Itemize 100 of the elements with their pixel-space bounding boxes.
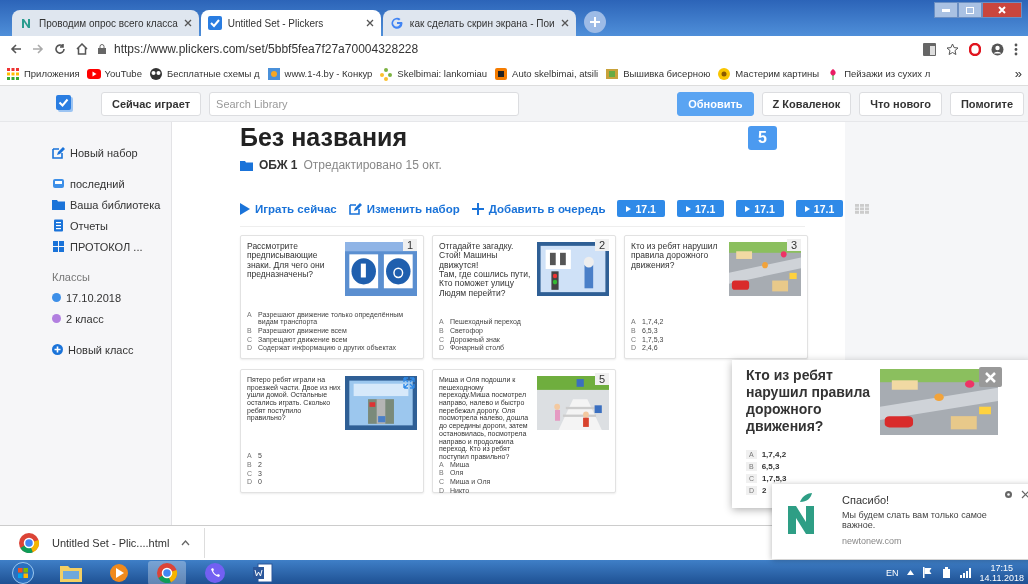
sidebar-item[interactable]: Отчеты [52,215,109,236]
plus-icon [471,202,484,215]
question-card[interactable] [432,369,616,493]
word-icon[interactable] [252,561,274,584]
account-icon[interactable] [991,42,1004,56]
bookmark-link[interactable]: Auto skelbimai, atsili [494,66,599,81]
flag-icon[interactable] [921,567,933,578]
frame-icon [605,66,620,81]
square-icon [494,66,509,81]
sidebar-item[interactable]: ПРОТОКОЛ ... [52,236,143,257]
checkbox-logo-icon [56,95,73,112]
new-set-link[interactable]: Новый набор [52,142,138,163]
play-icon [86,66,101,81]
bookmark-link[interactable]: Приложения [6,66,80,81]
taskbar-button[interactable] [148,560,186,584]
expand-icon[interactable] [403,377,415,389]
dots-icon [379,66,394,81]
queue-button[interactable]: 17.1 [676,200,725,217]
close-icon[interactable] [183,19,192,27]
chrome-icon[interactable] [18,532,40,554]
bookmark-link[interactable]: Мастерим картины [717,66,820,81]
edit-icon [52,146,65,159]
folder-icon [240,158,253,172]
action-link[interactable]: Добавить в очередь [471,202,606,215]
signal-icon[interactable] [959,567,972,578]
browser-tab[interactable]: Untitled Set - Plickers [200,10,381,36]
bookmark-link[interactable]: YouTube [86,66,142,81]
minimize-icon [942,8,950,12]
add-circle-icon [52,344,63,355]
close-icon[interactable] [1021,490,1028,499]
new-tab-button[interactable] [583,11,606,33]
reload-icon[interactable] [54,43,66,55]
play-icon [745,205,751,212]
flower-icon [717,66,732,81]
search-field[interactable]: Search Library [209,91,520,116]
close-button[interactable] [979,367,1002,387]
queue-button[interactable]: 17.1 [795,200,844,217]
owl-icon [148,66,163,81]
bookmark-link[interactable]: Пейзажи из сухих л [826,66,931,81]
clock-time: 17:15 [990,562,1014,573]
checkbox-icon [207,16,222,30]
url-field[interactable]: https://www.plickers.com/set/5bbf5fea7f27a70004328228 [114,42,419,56]
lock-icon [98,44,106,54]
notification-source: newtonew.com [842,536,903,546]
home-icon[interactable] [76,43,88,55]
class-item[interactable]: 2 класс [52,308,104,329]
edit-icon [348,202,362,215]
opera-icon[interactable] [969,42,981,56]
question-count: 5 [748,126,777,150]
close-icon[interactable] [560,19,569,27]
menu-icon[interactable] [1014,42,1018,56]
bookmark-link[interactable]: www.1-4.by - Конкур [266,66,373,81]
set-title: Без названия [240,122,407,152]
class-item[interactable]: 17.10.2018 [52,287,122,308]
new-class-link[interactable]: Новый класс [52,339,134,360]
browser-tab[interactable]: как сделать скрин экрана - Пои [382,10,576,36]
close-icon[interactable] [365,19,374,27]
inbox-icon [52,177,65,190]
plus-icon [589,17,600,27]
now-playing-button[interactable]: Сейчас играет [101,91,202,116]
header-button[interactable]: Помогите [949,91,1024,116]
maximize-button[interactable] [958,2,982,18]
question-card[interactable] [240,235,424,359]
media-player-icon[interactable] [108,562,130,583]
chrome-icon[interactable] [156,561,178,584]
language-indicator[interactable]: EN [886,567,899,578]
clock-date: 14.11.2018 [979,572,1024,583]
bookmark-link[interactable]: Бесплатные схемы д [148,66,260,81]
close-button[interactable] [982,2,1022,18]
action-link[interactable]: Играть сейчас [240,202,337,215]
sidebar-item[interactable]: последний [52,173,125,194]
queue-button[interactable]: 17.1 [736,200,784,217]
header-button[interactable]: Z Коваленок [761,91,852,116]
minimize-button[interactable] [934,2,958,18]
back-icon[interactable] [10,43,22,55]
question-text: Кто из ребят нарушил правила дорожного движения? [631,242,719,272]
queue-button[interactable]: 17.1 [617,200,665,217]
caret-icon[interactable] [906,570,914,575]
sidebar-item[interactable]: Ваша библиотека [52,194,161,215]
battery-icon[interactable] [940,567,952,578]
play-icon [626,205,632,212]
apps-icon [6,66,20,81]
more-bookmarks-button[interactable]: » [1014,66,1022,81]
bookmark-link[interactable]: Skelbimai: lankomiau [379,66,488,81]
action-link[interactable]: Изменить набор [348,202,460,215]
header-button[interactable]: Что нового [859,91,942,116]
download-item[interactable]: Untitled Set - Plic....html [18,528,206,558]
edited-date: Отредактировано 15 окт. [303,158,442,172]
answer-text: 1,7,5,3 [762,473,787,483]
settings-icon[interactable] [1004,490,1013,499]
browser-tab[interactable]: Проводим опрос всего класса [12,10,199,36]
folder-name: ОБЖ 1 [259,158,298,172]
card-number: 3 [786,239,801,251]
play-icon [804,205,810,212]
notification-message: Мы будем слать вам только самое важное. [842,510,988,530]
viber-icon[interactable] [204,561,226,584]
n-logo-icon [19,16,33,30]
play-icon [240,202,250,215]
star-icon[interactable] [946,42,959,56]
bookmark-link[interactable]: Вышивка бисерною [605,66,711,81]
